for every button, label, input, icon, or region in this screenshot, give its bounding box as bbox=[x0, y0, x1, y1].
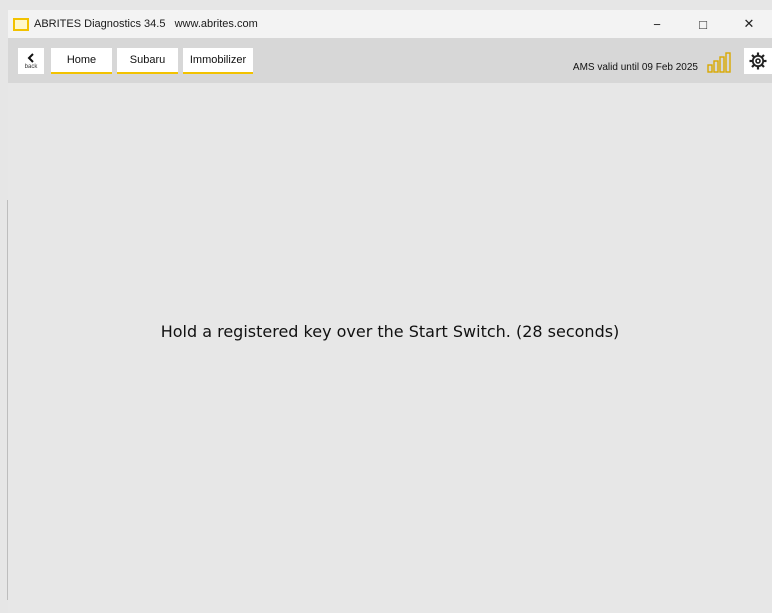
close-icon: ✕ bbox=[743, 16, 755, 31]
breadcrumb-home[interactable]: Home bbox=[51, 48, 112, 74]
content-area: Hold a registered key over the Start Swi… bbox=[8, 83, 772, 613]
window-controls: − □ ✕ bbox=[634, 10, 772, 38]
breadcrumb-immobilizer[interactable]: Immobilizer bbox=[183, 48, 253, 74]
abrites-logo-icon bbox=[13, 17, 29, 31]
minimize-button[interactable]: − bbox=[634, 10, 680, 38]
minimize-icon: − bbox=[653, 16, 661, 32]
app-window: ABRITES Diagnostics 34.5 www.abrites.com… bbox=[8, 10, 772, 613]
title-bar[interactable]: ABRITES Diagnostics 34.5 www.abrites.com… bbox=[8, 10, 772, 38]
gear-icon bbox=[749, 52, 767, 70]
maximize-icon: □ bbox=[699, 16, 707, 32]
breadcrumb-label: Immobilizer bbox=[189, 54, 247, 66]
breadcrumb-label: Subaru bbox=[129, 54, 166, 66]
settings-button[interactable] bbox=[744, 48, 772, 74]
ams-status: AMS valid until 09 Feb 2025 bbox=[572, 62, 698, 73]
window-title: ABRITES Diagnostics 34.5 www.abrites.com bbox=[34, 18, 258, 30]
maximize-button[interactable]: □ bbox=[680, 10, 726, 38]
signal-strength-icon bbox=[707, 52, 731, 73]
chevron-left-icon bbox=[27, 52, 34, 63]
back-label: back bbox=[24, 63, 38, 70]
breadcrumb-label: Home bbox=[66, 54, 97, 66]
toolbar: back Home Subaru Immobilizer AMS valid u… bbox=[8, 38, 772, 83]
breadcrumb-subaru[interactable]: Subaru bbox=[117, 48, 178, 74]
instruction-message: Hold a registered key over the Start Swi… bbox=[160, 322, 620, 341]
back-button[interactable]: back bbox=[18, 48, 44, 74]
close-button[interactable]: ✕ bbox=[726, 10, 772, 38]
